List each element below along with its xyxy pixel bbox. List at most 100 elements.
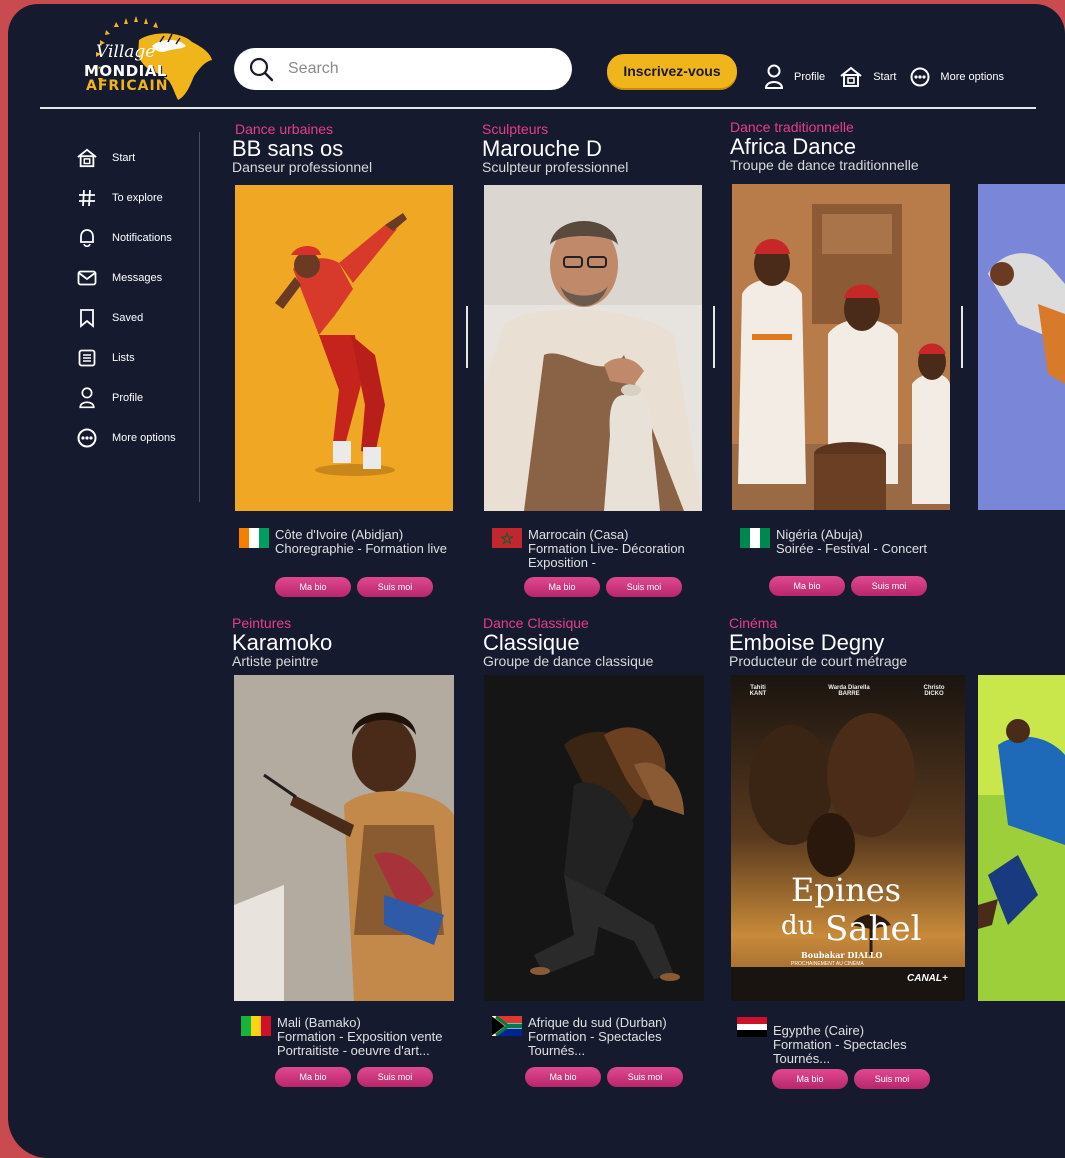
envelope-icon xyxy=(77,270,97,286)
follow-button[interactable]: Suis moi xyxy=(607,1067,683,1087)
mali-flag-icon xyxy=(241,1016,271,1036)
card-tags: Choregraphie - Formation live xyxy=(275,541,447,556)
bio-button[interactable]: Ma bio xyxy=(772,1069,848,1089)
sidebar-item-label: Saved xyxy=(112,312,144,324)
card-tags-2: Exposition - xyxy=(528,555,596,570)
artist-card[interactable]: Sculpteurs Marouche D Sculpteur professi… xyxy=(482,122,712,602)
bio-button[interactable]: Ma bio xyxy=(769,576,845,596)
card-subtitle: Sculpteur professionnel xyxy=(482,159,629,175)
signup-button[interactable]: Inscrivez-vous xyxy=(607,54,737,88)
card-category: Dance traditionnelle xyxy=(730,119,854,135)
follow-button[interactable]: Suis moi xyxy=(854,1069,930,1089)
carousel-divider xyxy=(713,306,715,368)
sidebar-item-explore[interactable]: To explore xyxy=(76,178,176,218)
card-tags: Formation Live- Décoration xyxy=(528,541,685,556)
header-divider xyxy=(40,107,1036,109)
bio-button[interactable]: Ma bio xyxy=(275,1067,351,1087)
card-meta: Afrique du sud (Durban) Formation - Spec… xyxy=(492,1016,667,1058)
card-actions: Ma bio Suis moi xyxy=(524,577,688,597)
card-subtitle: Danseur professionnel xyxy=(232,159,373,175)
movie-poster[interactable]: Tahiti KANT Warda Diarella BARRE Christo… xyxy=(731,675,965,1001)
card-subtitle: Producteur de court métrage xyxy=(729,653,908,669)
bio-button[interactable]: Ma bio xyxy=(525,1067,601,1087)
sidebar-item-label: Messages xyxy=(112,272,163,284)
nigeria-flag-icon xyxy=(740,528,770,548)
card-location: Mali (Bamako) xyxy=(277,1015,361,1030)
sidebar-item-messages[interactable]: Messages xyxy=(76,258,176,298)
card-name: BB sans os xyxy=(232,136,344,161)
card-actions: Ma bio Suis moi xyxy=(772,1069,936,1089)
card-meta: Côte d'Ivoire (Abidjan) Choregraphie - F… xyxy=(239,528,447,556)
topnav-profile-label: Profile xyxy=(794,71,826,83)
poster-tagline: PROCHAINEMENT AU CINÉMA xyxy=(791,961,864,967)
morocco-flag-icon xyxy=(492,528,522,548)
hashtag-icon xyxy=(79,189,95,207)
card-subtitle: Artiste peintre xyxy=(232,653,319,669)
sidebar-item-more-options[interactable]: More options xyxy=(76,418,176,458)
follow-button[interactable]: Suis moi xyxy=(357,1067,433,1087)
topnav-more-options[interactable]: More options xyxy=(910,67,1004,87)
more-options-icon xyxy=(77,428,97,448)
card-subtitle: Groupe de dance classique xyxy=(483,653,654,669)
carousel-divider xyxy=(961,306,963,368)
card-actions: Ma bio Suis moi xyxy=(275,577,439,597)
card-subtitle: Troupe de dance traditionnelle xyxy=(730,157,919,173)
artist-photo[interactable] xyxy=(234,675,454,1001)
artist-photo-partial[interactable] xyxy=(978,675,1065,1001)
poster-title-3: Sahel xyxy=(825,909,922,949)
card-meta: Egypthe (Caire) Formation - Spectacles T… xyxy=(737,1017,907,1066)
top-nav: Profile Start More options xyxy=(764,64,1018,90)
artist-photo[interactable] xyxy=(484,675,704,1001)
card-name: Marouche D xyxy=(482,136,602,161)
app-frame: Village MONDIAL AFRICAIN Inscrivez-vous … xyxy=(8,4,1065,1158)
card-name: Emboise Degny xyxy=(729,630,885,655)
person-icon xyxy=(79,387,95,409)
artist-photo[interactable] xyxy=(484,185,702,511)
poster-actor-3: Christo DICKO xyxy=(923,685,945,697)
card-tags: Formation - Spectacles xyxy=(528,1029,662,1044)
follow-button[interactable]: Suis moi xyxy=(851,576,927,596)
follow-button[interactable]: Suis moi xyxy=(606,577,682,597)
card-category: Sculpteurs xyxy=(482,121,549,137)
poster-actor-1: Tahiti KANT xyxy=(749,685,767,697)
sidebar: Start To explore Notifications Messages … xyxy=(76,138,176,458)
topnav-profile[interactable]: Profile xyxy=(764,64,825,90)
bio-button[interactable]: Ma bio xyxy=(275,577,351,597)
bell-icon xyxy=(80,229,94,248)
logo[interactable]: Village MONDIAL AFRICAIN xyxy=(64,16,214,104)
card-location: Nigéria (Abuja) xyxy=(776,527,863,542)
artist-photo-partial[interactable] xyxy=(978,184,1065,510)
sidebar-item-label: Notifications xyxy=(112,232,172,244)
poster-actor-2: Warda Diarella BARRE xyxy=(828,685,870,697)
artist-card[interactable]: Dance Classique Classique Groupe de danc… xyxy=(483,616,713,1096)
card-actions: Ma bio Suis moi xyxy=(525,1067,689,1087)
search-bar[interactable] xyxy=(234,48,572,90)
sidebar-item-saved[interactable]: Saved xyxy=(76,298,176,338)
card-tags: Formation - Spectacles xyxy=(773,1037,907,1052)
card-location: Côte d'Ivoire (Abidjan) xyxy=(275,527,404,542)
search-input[interactable] xyxy=(286,59,550,79)
sidebar-item-notifications[interactable]: Notifications xyxy=(76,218,176,258)
sidebar-item-start[interactable]: Start xyxy=(76,138,176,178)
card-tags-2: Portraitiste - oeuvre d'art... xyxy=(277,1043,430,1058)
poster-director: Boubakar DIALLO xyxy=(801,950,883,960)
artist-card[interactable]: Peintures Karamoko Artiste peintre Mali … xyxy=(232,616,462,1096)
topnav-start[interactable]: Start xyxy=(839,66,896,88)
sidebar-item-profile[interactable]: Profile xyxy=(76,378,176,418)
poster-title-2: du xyxy=(781,911,815,941)
artist-photo[interactable] xyxy=(235,185,453,511)
sidebar-item-lists[interactable]: Lists xyxy=(76,338,176,378)
card-location: Afrique du sud (Durban) xyxy=(528,1015,667,1030)
sidebar-divider xyxy=(199,132,200,502)
card-name: Karamoko xyxy=(232,630,333,655)
artist-card[interactable]: Dance traditionnelle Africa Dance Troupe… xyxy=(730,120,960,600)
card-meta: Nigéria (Abuja) Soirée - Festival - Conc… xyxy=(740,528,927,556)
card-name: Classique xyxy=(483,630,580,655)
sidebar-item-label: Start xyxy=(112,152,136,164)
artist-photo[interactable] xyxy=(732,184,950,510)
artist-card[interactable]: Dance urbaines BB sans os Danseur profes… xyxy=(232,122,462,602)
follow-button[interactable]: Suis moi xyxy=(357,577,433,597)
card-location: Marrocain (Casa) xyxy=(528,527,629,542)
bio-button[interactable]: Ma bio xyxy=(524,577,600,597)
artist-card[interactable]: Cinéma Emboise Degny Producteur de court… xyxy=(729,616,965,1096)
